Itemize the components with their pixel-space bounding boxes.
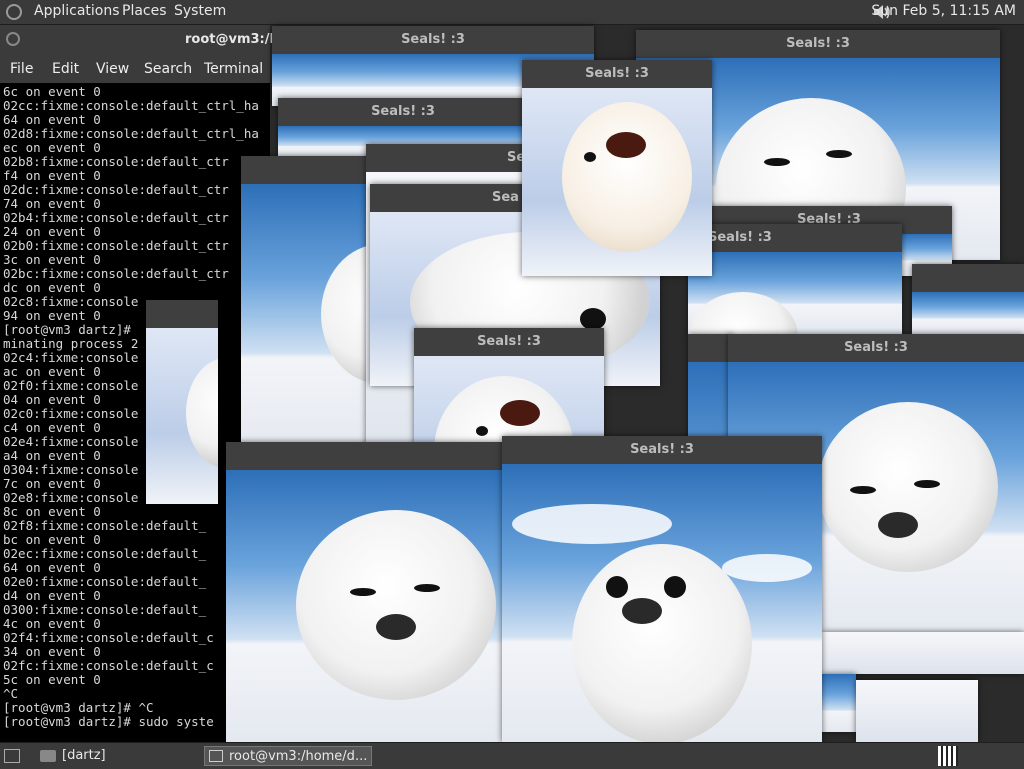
seal-image	[912, 292, 1024, 334]
menu-places[interactable]: Places	[122, 3, 167, 19]
menu-file[interactable]: File	[10, 61, 33, 77]
seal-window[interactable]	[912, 264, 1024, 334]
window-title: Seals! :3	[414, 328, 604, 356]
task-label: root@vm3:/home/d...	[229, 749, 368, 764]
seal-image	[226, 470, 502, 742]
seal-image	[522, 88, 712, 276]
terminal-menubar: File Edit View Search Terminal	[0, 55, 270, 83]
task-folder-dartz[interactable]: [dartz]	[38, 746, 198, 766]
terminal-titlebar[interactable]: root@vm3:/hc	[0, 25, 286, 55]
window-menu-icon[interactable]	[6, 32, 20, 46]
menu-applications[interactable]: Applications	[34, 3, 120, 19]
window-title: Seals! :3	[728, 334, 1024, 362]
window-title: Seals! :3	[272, 26, 594, 54]
menu-system[interactable]: System	[174, 3, 226, 19]
seal-window[interactable]: Seals! :3	[522, 60, 712, 276]
clock[interactable]: Sun Feb 5, 11:15 AM	[871, 3, 1016, 19]
window-title: Seals! :3	[636, 30, 1000, 58]
window-title	[912, 264, 1024, 292]
window-title: Seals! :3	[502, 436, 822, 464]
seal-window[interactable]	[226, 442, 502, 742]
seal-window[interactable]	[241, 156, 371, 456]
menu-search[interactable]: Search	[144, 61, 192, 77]
workspace-switcher-icon[interactable]	[938, 746, 958, 766]
seal-image	[822, 632, 1024, 674]
task-label: [dartz]	[62, 748, 106, 763]
seal-window[interactable]	[822, 674, 856, 732]
task-terminal[interactable]: root@vm3:/home/d...	[204, 746, 372, 766]
seal-image	[241, 184, 371, 456]
seal-image	[688, 252, 902, 334]
window-title	[226, 442, 502, 470]
seal-window[interactable]	[146, 300, 218, 504]
window-title	[688, 334, 732, 362]
menu-view[interactable]: View	[96, 61, 129, 77]
seal-image	[856, 680, 978, 742]
window-title: Seals! :3	[522, 60, 712, 88]
bottom-panel: [dartz] root@vm3:/home/d...	[0, 742, 1024, 769]
top-panel: Applications Places System Sun Feb 5, 11…	[0, 0, 1024, 25]
window-title: Seals! :3	[688, 224, 902, 252]
seal-window[interactable]	[856, 680, 978, 742]
distro-logo-icon[interactable]	[6, 4, 22, 20]
folder-icon	[40, 750, 56, 762]
seal-image	[146, 328, 218, 504]
seal-image	[502, 464, 822, 742]
seal-window[interactable]: Seals! :3	[502, 436, 822, 742]
terminal-icon	[209, 750, 223, 762]
seal-image	[822, 674, 856, 732]
window-title	[241, 156, 371, 184]
seal-window[interactable]	[822, 632, 1024, 674]
menu-terminal[interactable]: Terminal	[204, 61, 263, 77]
window-title: Sea	[366, 144, 546, 172]
window-title: Seals! :3	[278, 98, 528, 126]
seal-window[interactable]: Seals! :3	[688, 224, 902, 334]
window-title	[146, 300, 218, 328]
menu-edit[interactable]: Edit	[52, 61, 79, 77]
show-desktop-icon[interactable]	[4, 749, 20, 763]
